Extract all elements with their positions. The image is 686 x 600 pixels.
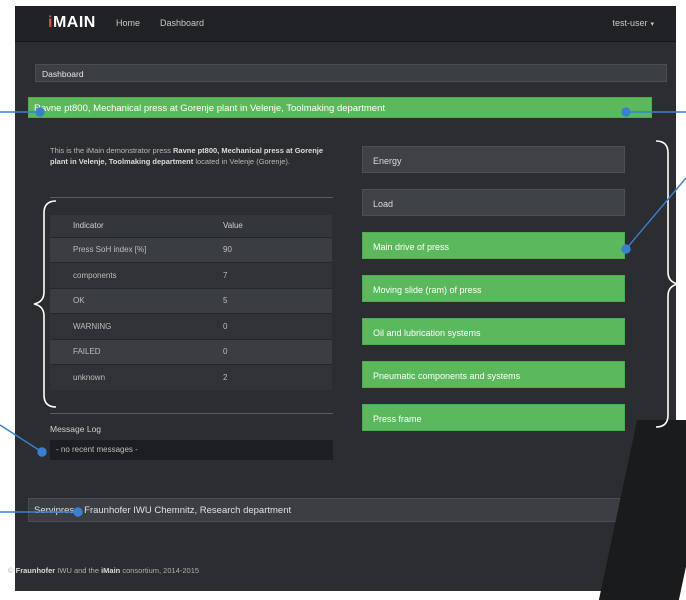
service-provider-bar[interactable]: Servipress, Fraunhofer IWU Chemnitz, Res… — [28, 498, 652, 522]
indicator-value: 0 — [200, 338, 332, 365]
footer: © Fraunhofer IWU and the iMain consortiu… — [8, 566, 199, 575]
table-row: components 7 — [50, 262, 332, 288]
component-pneumatic-button[interactable]: Pneumatic components and systems — [362, 361, 625, 388]
divider — [50, 413, 333, 414]
intro-suffix: located in Velenje (Gorenje). — [195, 157, 290, 166]
component-main-drive-button[interactable]: Main drive of press — [362, 232, 625, 259]
component-list: Energy Load Main drive of press Moving s… — [362, 146, 625, 447]
user-name: test-user — [612, 18, 648, 28]
indicator-table: Indicator Value Press SoH index [%] 90 c… — [50, 215, 332, 390]
footer-org: Fraunhofer — [15, 566, 56, 575]
component-press-frame-button[interactable]: Press frame — [362, 404, 625, 431]
indicator-name: WARNING — [50, 313, 200, 339]
nav-dashboard-link[interactable]: Dashboard — [160, 18, 204, 28]
indicator-name: components — [50, 262, 200, 288]
brand-text: MAIN — [52, 14, 96, 31]
table-row: FAILED 0 — [50, 338, 332, 365]
intro-prefix: This is the iMain demonstrator press — [50, 146, 171, 155]
brand-logo[interactable]: iMAIN — [48, 14, 96, 32]
divider — [50, 197, 333, 198]
indicator-value: 5 — [200, 287, 332, 314]
footer-prefix: © — [8, 566, 16, 575]
table-row: unknown 2 — [50, 364, 332, 390]
component-oil-lubrication-button[interactable]: Oil and lubrication systems — [362, 318, 625, 345]
table-row: WARNING 0 — [50, 313, 332, 339]
message-log-box: - no recent messages - — [50, 440, 333, 460]
caret-down-icon: ▾ — [650, 21, 654, 28]
footer-project: iMain — [101, 566, 121, 575]
indicator-name: FAILED — [50, 338, 200, 365]
table-header-row: Indicator Value — [50, 215, 332, 237]
indicator-name: unknown — [50, 364, 200, 390]
breadcrumb: Dashboard — [35, 64, 667, 82]
header-indicator: Indicator — [50, 215, 200, 237]
footer-mid: IWU and the — [55, 566, 102, 575]
indicator-name: Press SoH index [%] — [50, 236, 200, 263]
indicator-name: OK — [50, 287, 200, 314]
indicator-value: 90 — [200, 236, 332, 263]
component-moving-slide-button[interactable]: Moving slide (ram) of press — [362, 275, 625, 302]
indicator-value: 7 — [200, 262, 332, 288]
table-row: Press SoH index [%] 90 — [50, 236, 332, 263]
header-value: Value — [200, 215, 332, 237]
table-row: OK 5 — [50, 287, 332, 314]
press-title-bar[interactable]: Ravne pt800, Mechanical press at Gorenje… — [28, 97, 652, 118]
component-energy-button[interactable]: Energy — [362, 146, 625, 173]
component-load-button[interactable]: Load — [362, 189, 625, 216]
message-log-title: Message Log — [50, 424, 102, 434]
footer-suffix: consortium, 2014-2015 — [120, 566, 200, 575]
user-menu[interactable]: test-user ▾ — [612, 18, 654, 28]
indicator-value: 0 — [200, 313, 332, 339]
indicator-value: 2 — [200, 364, 332, 390]
press-description: This is the iMain demonstrator press Rav… — [50, 145, 335, 167]
nav-home-link[interactable]: Home — [116, 18, 140, 28]
navbar: iMAIN Home Dashboard test-user ▾ — [15, 6, 676, 42]
